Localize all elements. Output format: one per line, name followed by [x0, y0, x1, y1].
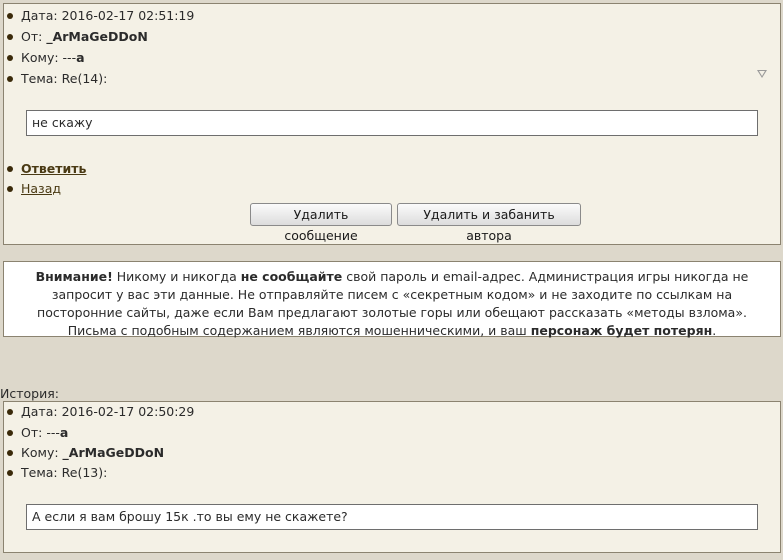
- bullet-icon: [7, 55, 13, 61]
- security-warning: Внимание! Никому и никогда не сообщайте …: [3, 261, 781, 338]
- bullet-icon: [7, 166, 13, 172]
- warning-text: Никому и никогда: [112, 269, 241, 284]
- to-label: Кому:: [21, 50, 59, 65]
- back-link[interactable]: Назад: [21, 180, 61, 198]
- history-message-body: А если я вам брошу 15к .то вы ему не ска…: [26, 504, 758, 530]
- warning-text: .: [712, 323, 717, 338]
- from-label: От:: [21, 425, 43, 440]
- subject-label: Тема:: [21, 465, 58, 480]
- subject-value: Re(14):: [61, 71, 108, 86]
- from-label: От:: [21, 29, 43, 44]
- subject-value: Re(13):: [61, 465, 108, 480]
- from-value-name: a: [59, 425, 69, 440]
- collapse-triangle-icon[interactable]: [757, 70, 767, 78]
- message-panel: Дата: 2016-02-17 02:51:19 От: _ArMaGeDDo…: [3, 3, 781, 245]
- to-value-dash: ---: [62, 50, 77, 65]
- date-label: Дата:: [21, 8, 58, 23]
- bullet-icon: [7, 409, 13, 415]
- message-body: не скажу: [26, 110, 758, 136]
- bullet-icon: [7, 34, 13, 40]
- warning-title: Внимание!: [35, 269, 113, 284]
- date-value: 2016-02-17 02:51:19: [61, 8, 195, 23]
- to-label: Кому:: [21, 445, 59, 460]
- bullet-icon: [7, 186, 13, 192]
- to-value: _ArMaGeDDoN: [62, 445, 165, 460]
- reply-link[interactable]: Ответить: [21, 160, 86, 178]
- warning-emphasis: не сообщайте: [240, 269, 343, 284]
- bullet-icon: [7, 76, 13, 82]
- history-panel: Дата: 2016-02-17 02:50:29 От: ---a Кому:…: [3, 401, 781, 553]
- delete-message-button[interactable]: Удалить сообщение: [250, 203, 392, 243]
- from-value: _ArMaGeDDoN: [46, 29, 148, 44]
- delete-ban-author-button[interactable]: Удалить и забанить автора: [397, 203, 581, 243]
- bullet-icon: [7, 450, 13, 456]
- to-value-name: a: [76, 50, 85, 65]
- bullet-icon: [7, 430, 13, 436]
- history-label: История:: [0, 386, 59, 401]
- warning-emphasis: персонаж будет потерян: [530, 323, 713, 338]
- subject-label: Тема:: [21, 71, 58, 86]
- bullet-icon: [7, 13, 13, 19]
- bullet-icon: [7, 470, 13, 476]
- from-value-dash: ---: [46, 425, 60, 440]
- date-value: 2016-02-17 02:50:29: [61, 404, 195, 419]
- date-label: Дата:: [21, 404, 58, 419]
